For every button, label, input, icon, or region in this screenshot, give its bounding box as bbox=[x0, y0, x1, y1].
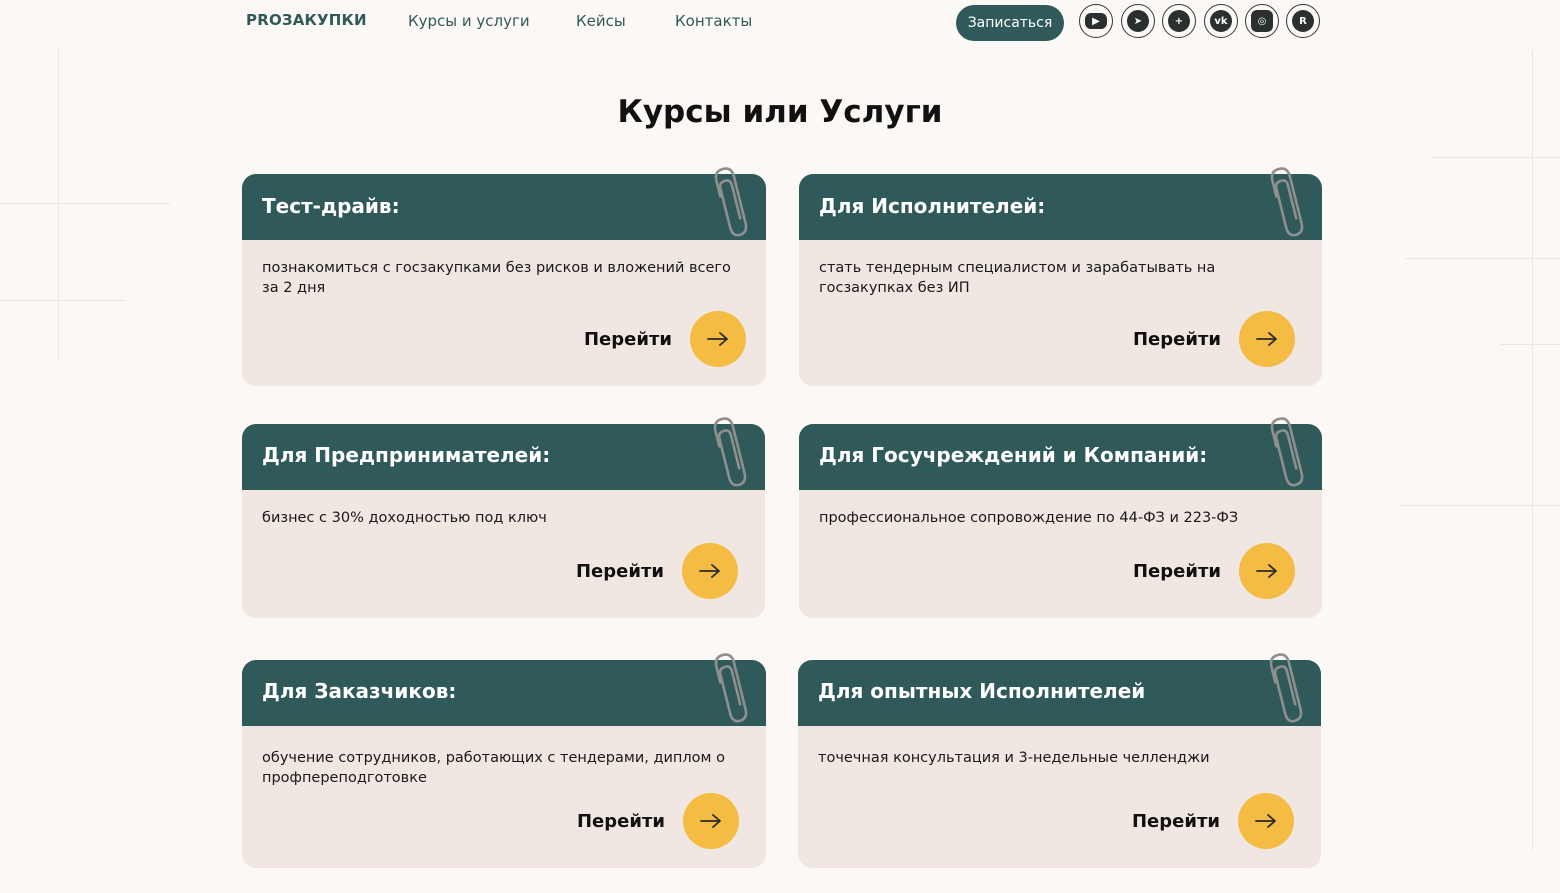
card-header: Для Исполнителей: bbox=[799, 174, 1322, 240]
card-go-action[interactable]: Перейти bbox=[1133, 311, 1295, 367]
paperclip-icon bbox=[714, 167, 748, 237]
decor-line bbox=[0, 203, 170, 204]
youtube-icon: ▶ bbox=[1085, 13, 1107, 29]
arrow-right-icon bbox=[1256, 564, 1277, 578]
service-card-experienced: Для опытных Исполнителей точечная консул… bbox=[798, 653, 1321, 868]
card-go-action[interactable]: Перейти bbox=[584, 311, 746, 367]
card-title: Для Предпринимателей: bbox=[262, 443, 551, 467]
go-label[interactable]: Перейти bbox=[1132, 811, 1220, 832]
social-instagram[interactable]: ◎ bbox=[1245, 4, 1279, 38]
instagram-icon: ◎ bbox=[1251, 10, 1273, 32]
service-card-entrepreneurs: Для Предпринимателей: бизнес с 30% доход… bbox=[242, 417, 765, 618]
arrow-right-icon bbox=[1255, 814, 1276, 828]
go-label[interactable]: Перейти bbox=[1133, 561, 1221, 582]
service-card-performers: Для Исполнителей: стать тендерным специа… bbox=[799, 167, 1322, 386]
service-card-customers: Для Заказчиков: обучение сотрудников, ра… bbox=[242, 653, 766, 868]
card-description: профессиональное сопровождение по 44-ФЗ … bbox=[819, 510, 1239, 526]
card-title: Для Исполнителей: bbox=[819, 194, 1046, 218]
signup-button[interactable]: Записаться bbox=[956, 5, 1064, 41]
card-header: Тест-драйв: bbox=[242, 174, 766, 240]
site-header: PROЗАКУПКИ Курсы и услуги Кейсы Контакты… bbox=[0, 0, 1560, 46]
decor-line bbox=[0, 300, 125, 301]
service-card-institutions: Для Госучреждений и Компаний: профессион… bbox=[799, 417, 1322, 618]
paperclip-icon bbox=[1270, 167, 1304, 237]
plus-icon: + bbox=[1168, 10, 1190, 32]
rutube-icon: R bbox=[1292, 10, 1314, 32]
go-button[interactable] bbox=[682, 543, 738, 599]
card-description: обучение сотрудников, работающих с тенде… bbox=[262, 750, 725, 786]
go-button[interactable] bbox=[690, 311, 746, 367]
go-button[interactable] bbox=[1238, 793, 1294, 849]
nav-link-contacts[interactable]: Контакты bbox=[675, 12, 752, 30]
go-button[interactable] bbox=[1239, 311, 1295, 367]
card-go-action[interactable]: Перейти bbox=[576, 543, 738, 599]
decor-line bbox=[1500, 344, 1560, 345]
go-button[interactable] bbox=[683, 793, 739, 849]
go-button[interactable] bbox=[1239, 543, 1295, 599]
paperclip-icon bbox=[713, 417, 747, 487]
nav-link-cases[interactable]: Кейсы bbox=[576, 12, 626, 30]
card-description: познакомиться с госзакупками без рисков … bbox=[262, 260, 731, 296]
social-rutube[interactable]: R bbox=[1286, 4, 1320, 38]
decor-line bbox=[1532, 50, 1533, 850]
paperclip-icon bbox=[714, 653, 748, 723]
social-telegram[interactable]: ➤ bbox=[1121, 4, 1155, 38]
paperclip-icon bbox=[1270, 417, 1304, 487]
card-description: бизнес с 30% доходностью под ключ bbox=[262, 510, 547, 526]
card-go-action[interactable]: Перейти bbox=[1132, 793, 1294, 849]
service-card-test-drive: Тест-драйв: познакомиться с госзакупками… bbox=[242, 167, 766, 386]
card-title: Тест-драйв: bbox=[262, 194, 400, 218]
page-title: Курсы или Услуги bbox=[617, 94, 943, 130]
card-header: Для Заказчиков: bbox=[242, 660, 766, 726]
vk-icon: vk bbox=[1210, 10, 1232, 32]
logo[interactable]: PROЗАКУПКИ bbox=[246, 11, 367, 29]
go-label[interactable]: Перейти bbox=[576, 561, 664, 582]
arrow-right-icon bbox=[707, 332, 728, 346]
decor-line bbox=[1400, 505, 1560, 506]
arrow-right-icon bbox=[1256, 332, 1277, 346]
go-label[interactable]: Перейти bbox=[584, 329, 672, 350]
social-youtube[interactable]: ▶ bbox=[1079, 4, 1113, 38]
arrow-right-icon bbox=[699, 564, 720, 578]
arrow-right-icon bbox=[700, 814, 721, 828]
card-go-action[interactable]: Перейти bbox=[577, 793, 739, 849]
card-header: Для Госучреждений и Компаний: bbox=[799, 424, 1322, 490]
card-description: стать тендерным специалистом и зарабатыв… bbox=[819, 260, 1216, 296]
telegram-icon: ➤ bbox=[1127, 10, 1149, 32]
card-header: Для опытных Исполнителей bbox=[798, 660, 1321, 726]
card-header: Для Предпринимателей: bbox=[242, 424, 765, 490]
nav-link-courses[interactable]: Курсы и услуги bbox=[408, 12, 530, 30]
card-go-action[interactable]: Перейти bbox=[1133, 543, 1295, 599]
card-description: точечная консультация и 3-недельные челл… bbox=[818, 750, 1210, 766]
card-title: Для Заказчиков: bbox=[262, 679, 457, 703]
card-title: Для опытных Исполнителей bbox=[818, 679, 1146, 703]
social-plus[interactable]: + bbox=[1162, 4, 1196, 38]
paperclip-icon bbox=[1269, 653, 1303, 723]
social-vk[interactable]: vk bbox=[1204, 4, 1238, 38]
card-title: Для Госучреждений и Компаний: bbox=[819, 443, 1208, 467]
decor-line bbox=[1432, 157, 1560, 158]
go-label[interactable]: Перейти bbox=[577, 811, 665, 832]
go-label[interactable]: Перейти bbox=[1133, 329, 1221, 350]
decor-line bbox=[1405, 258, 1560, 259]
